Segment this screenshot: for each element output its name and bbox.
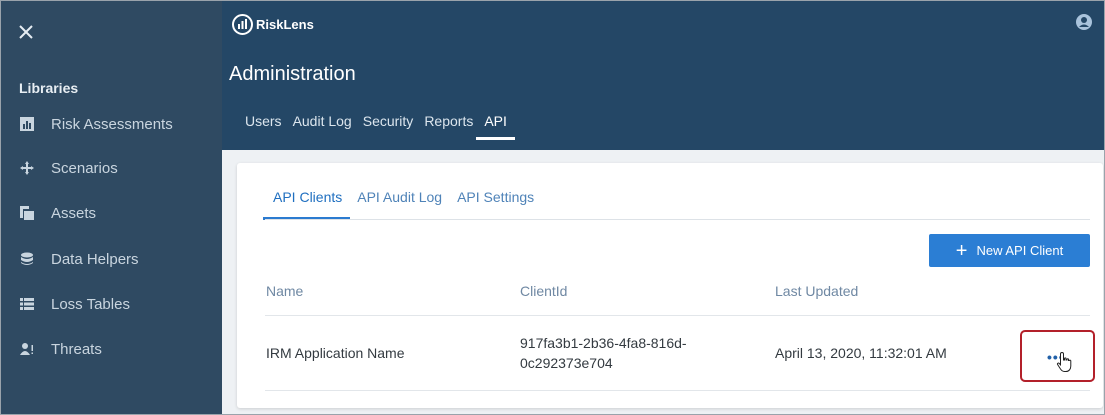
divider: [265, 219, 1090, 220]
sidebar-item-assets[interactable]: Assets: [1, 198, 222, 228]
table-list-icon: [20, 297, 34, 311]
tab-audit-log[interactable]: Audit Log: [293, 113, 352, 140]
brand-logo[interactable]: RiskLens: [232, 14, 314, 35]
sidebar-item-label: Risk Assessments: [51, 115, 173, 133]
sidebar-item-loss-tables[interactable]: Loss Tables: [1, 289, 222, 319]
sidebar-item-threats[interactable]: Threats: [1, 334, 222, 364]
sidebar-item-label: Loss Tables: [51, 295, 130, 313]
brand-name: RiskLens: [256, 17, 314, 32]
users-alert-icon: [20, 342, 34, 356]
user-account-icon[interactable]: [1076, 14, 1092, 30]
sidebar-item-label: Scenarios: [51, 159, 118, 177]
client-name-cell: IRM Application Name: [266, 345, 405, 361]
new-api-client-label: New API Client: [976, 243, 1064, 258]
hand-pointer-icon: [1056, 351, 1074, 373]
sidebar-item-label: Assets: [51, 204, 97, 222]
tab-api[interactable]: API: [476, 113, 515, 140]
sidebar-header: Libraries: [19, 80, 79, 96]
sidebar-item-risk-assessments[interactable]: Risk Assessments: [1, 109, 222, 139]
tab-api-clients[interactable]: API Clients: [262, 189, 351, 220]
divider: [265, 315, 1090, 316]
api-card: API Clients API Audit Log API Settings +…: [237, 163, 1103, 408]
database-icon: [20, 252, 34, 266]
api-sub-tabs: API Clients API Audit Log API Settings: [262, 189, 549, 220]
row-actions-button[interactable]: •••: [1020, 330, 1095, 382]
sidebar-item-label: Threats: [51, 340, 102, 358]
divider: [265, 390, 1090, 391]
header-bar: RiskLens Administration Users Audit Log …: [222, 1, 1104, 150]
client-id-cell-line2: 0c292373e704: [520, 355, 613, 371]
column-header-clientid[interactable]: ClientId: [520, 283, 567, 299]
new-api-client-button[interactable]: + New API Client: [929, 234, 1090, 267]
admin-tabs: Users Audit Log Security Reports API: [245, 113, 518, 140]
page-title: Administration: [229, 63, 356, 85]
sidebar-item-data-helpers[interactable]: Data Helpers: [1, 244, 222, 274]
plus-icon: +: [955, 239, 968, 262]
sidebar-item-scenarios[interactable]: Scenarios: [1, 153, 222, 183]
column-header-last-updated[interactable]: Last Updated: [775, 283, 858, 299]
stacked-layers-icon: [20, 206, 34, 220]
tab-users[interactable]: Users: [245, 113, 282, 140]
tab-api-audit-log[interactable]: API Audit Log: [357, 189, 442, 220]
column-header-name[interactable]: Name: [266, 283, 303, 299]
sidebar-item-label: Data Helpers: [51, 250, 139, 268]
move-arrows-icon: [20, 161, 34, 175]
app-window: Libraries Risk Assessments Scenarios Ass…: [0, 0, 1105, 415]
last-updated-cell: April 13, 2020, 11:32:01 AM: [775, 345, 947, 361]
close-icon[interactable]: [15, 21, 37, 43]
tab-reports[interactable]: Reports: [424, 113, 473, 140]
tab-security[interactable]: Security: [363, 113, 414, 140]
sidebar: Libraries Risk Assessments Scenarios Ass…: [1, 1, 222, 414]
chart-box-icon: [20, 117, 34, 131]
tab-api-settings[interactable]: API Settings: [457, 189, 534, 220]
risklens-logo-icon: [232, 14, 253, 35]
client-id-cell-line1: 917fa3b1-2b36-4fa8-816d-: [520, 335, 687, 351]
